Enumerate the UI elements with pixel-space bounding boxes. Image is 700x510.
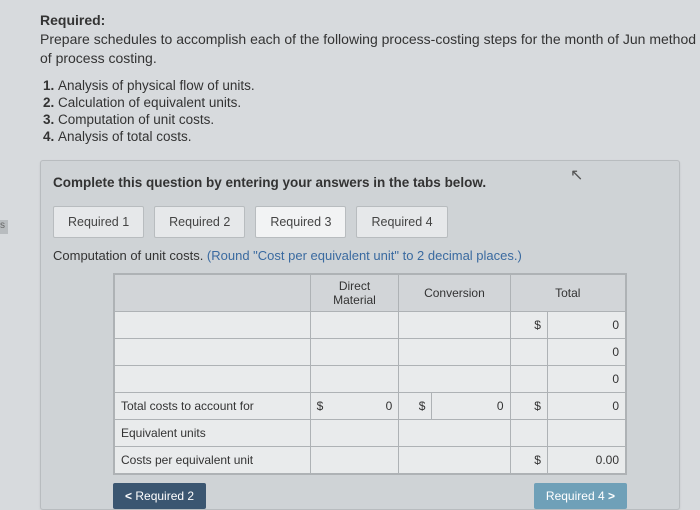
table-row: 0 — [115, 338, 626, 365]
next-button[interactable]: Required 4 > — [534, 483, 627, 509]
cell-total-currency: $ — [510, 311, 547, 338]
cell-label: Total costs to account for — [115, 392, 311, 419]
cell-dm[interactable] — [310, 446, 399, 473]
cell-total-value: 0 — [547, 311, 625, 338]
cell-cv[interactable] — [399, 338, 510, 365]
tab-required-1[interactable]: Required 1 — [53, 206, 144, 238]
tabs: Required 1 Required 2 Required 3 Require… — [53, 206, 667, 238]
cell-total-currency — [510, 338, 547, 365]
tab-required-4[interactable]: Required 4 — [356, 206, 447, 238]
tab-required-2[interactable]: Required 2 — [154, 206, 245, 238]
step-3: Computation of unit costs. — [58, 112, 700, 127]
cell-total-currency — [510, 419, 547, 446]
cell-cv[interactable] — [399, 365, 510, 392]
table-row: $ 0 — [115, 311, 626, 338]
cell-total-currency — [510, 365, 547, 392]
step-2: Calculation of equivalent units. — [58, 95, 700, 110]
cost-table: Direct Material Conversion Total $ 0 — [113, 273, 627, 475]
table-row-total-costs: Total costs to account for $0 $ 0 $ 0 — [115, 392, 626, 419]
cell-cv: 0 — [432, 392, 510, 419]
cell-total-value: 0 — [547, 338, 625, 365]
nav-row: < Required 2 Required 4 > — [113, 483, 627, 509]
required-text: Prepare schedules to accomplish each of … — [40, 30, 700, 68]
header-blank — [115, 274, 311, 311]
cursor-icon: ↖ — [570, 165, 583, 185]
steps-list: Analysis of physical flow of units. Calc… — [40, 78, 700, 144]
header-total: Total — [510, 274, 626, 311]
answer-panel: Complete this question by entering your … — [40, 160, 680, 510]
step-1: Analysis of physical flow of units. — [58, 78, 700, 93]
cell-dm[interactable] — [310, 419, 399, 446]
cell-label[interactable] — [115, 338, 311, 365]
prev-button[interactable]: < Required 2 — [113, 483, 206, 509]
step-4: Analysis of total costs. — [58, 129, 700, 144]
cell-total-currency: $ — [510, 392, 547, 419]
cell-dm[interactable] — [310, 311, 399, 338]
cell-total-value: 0.00 — [547, 446, 625, 473]
header-direct-material: Direct Material — [310, 274, 399, 311]
cell-dm[interactable] — [310, 365, 399, 392]
cell-dm[interactable] — [310, 338, 399, 365]
cell-total-value — [547, 419, 625, 446]
side-marker: s — [0, 220, 8, 234]
cell-total-currency: $ — [510, 446, 547, 473]
header-conversion: Conversion — [399, 274, 510, 311]
sub-instruction-main: Computation of unit costs. — [53, 248, 207, 263]
cell-label[interactable] — [115, 365, 311, 392]
cell-cv[interactable] — [399, 446, 510, 473]
table-row-cost-per-unit: Costs per equivalent unit $ 0.00 — [115, 446, 626, 473]
cell-cv[interactable] — [399, 419, 510, 446]
cell-cv-currency: $ — [399, 392, 432, 419]
cell-total-value: 0 — [547, 392, 625, 419]
tab-required-3[interactable]: Required 3 — [255, 206, 346, 238]
cell-label[interactable] — [115, 311, 311, 338]
page: Required: Prepare schedules to accomplis… — [0, 0, 700, 510]
required-label: Required: — [40, 12, 105, 28]
cell-dm: $0 — [310, 392, 399, 419]
table-row-equivalent-units: Equivalent units — [115, 419, 626, 446]
sub-instruction: Computation of unit costs. (Round "Cost … — [53, 248, 667, 263]
sub-instruction-hint: (Round "Cost per equivalent unit" to 2 d… — [207, 248, 522, 263]
cell-label: Equivalent units — [115, 419, 311, 446]
cell-label: Costs per equivalent unit — [115, 446, 311, 473]
table-row: 0 — [115, 365, 626, 392]
cell-cv[interactable] — [399, 311, 510, 338]
cell-total-value: 0 — [547, 365, 625, 392]
